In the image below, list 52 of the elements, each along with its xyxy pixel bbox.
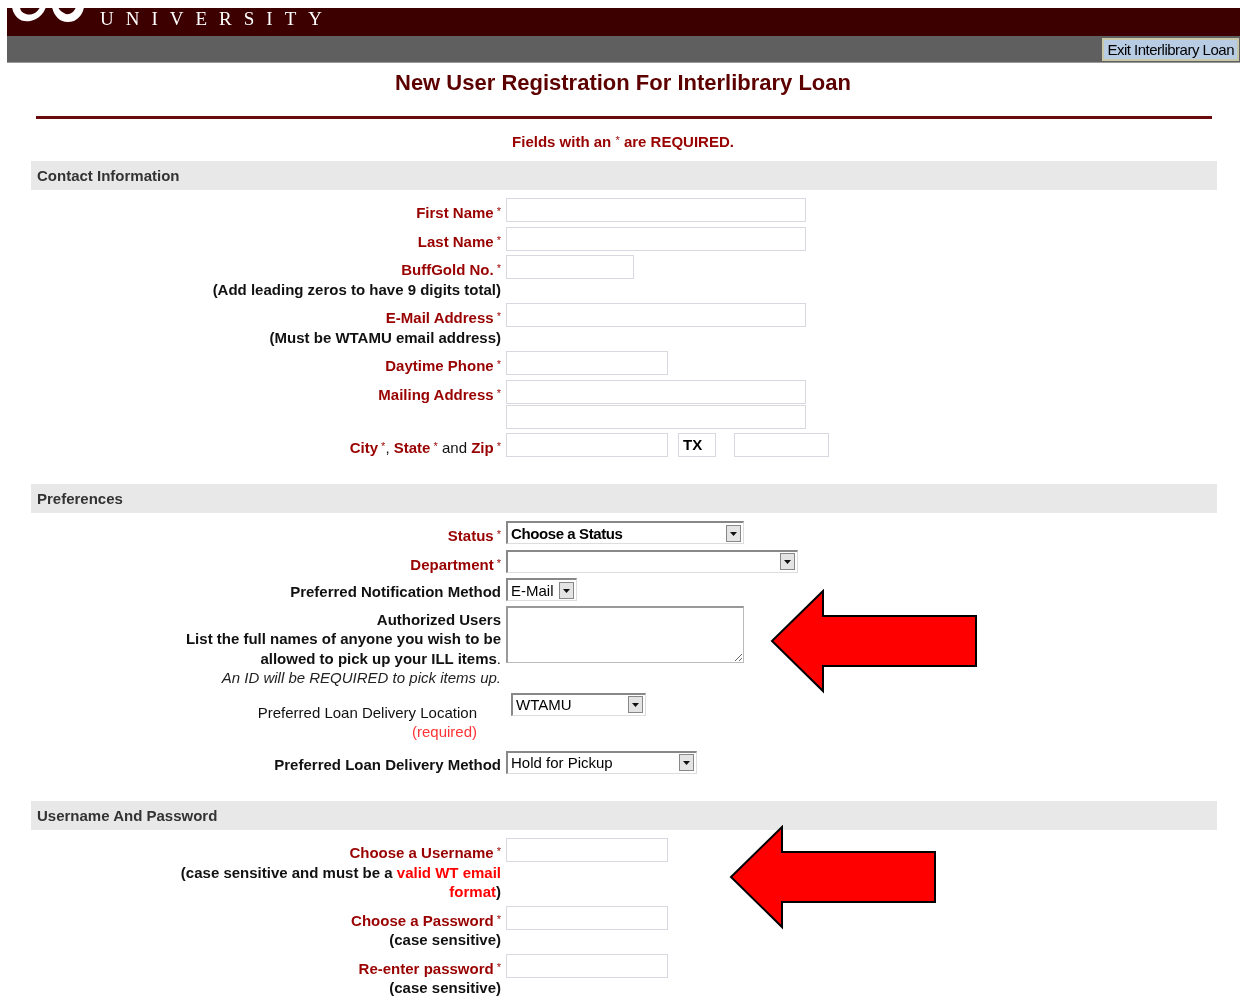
- field-hint: (Add leading zeros to have 9 digits total): [212, 279, 501, 299]
- field-label: Choose a Username $^{*}$: [349, 843, 501, 863]
- field-label: Last Name $^{*}$: [417, 231, 501, 251]
- dropdown[interactable]: Hold for Pickup: [506, 750, 697, 774]
- field-label: Mailing Address $^{*}$: [378, 384, 501, 404]
- section-header: Username And Password: [31, 801, 1217, 830]
- field-hint: (Must be WTAMU email address): [269, 327, 501, 347]
- text-field[interactable]: TX: [678, 432, 716, 457]
- field-label: Preferred Loan Delivery Method: [274, 754, 501, 774]
- text-field[interactable]: [506, 303, 806, 327]
- text-field[interactable]: [506, 351, 668, 375]
- field-label: E-Mail Address $^{*}$: [385, 308, 501, 328]
- text-area[interactable]: [506, 605, 744, 663]
- field-label: BuffGold No. $^{*}$: [401, 260, 501, 280]
- field-hint: (case sensitive): [389, 930, 501, 950]
- exit-button[interactable]: Exit Interlibrary Loan: [1102, 37, 1239, 61]
- field-hint: format): [449, 882, 501, 902]
- field-hint: allowed to pick up your ILL items.: [260, 648, 501, 668]
- field-label: Status $^{*}$: [447, 526, 501, 546]
- dropdown[interactable]: E-Mail: [506, 578, 577, 601]
- dropdown[interactable]: WTAMU: [511, 692, 646, 716]
- field-label: Daytime Phone $^{*}$: [385, 356, 501, 376]
- required-note: Fields with an $^{*}$ are REQUIRED.: [511, 132, 735, 152]
- field-label: Preferred Notification Method: [290, 582, 501, 602]
- field-label: Re-enter password $^{*}$: [358, 958, 501, 978]
- section-header: Preferences: [31, 484, 1217, 513]
- field-hint: (required): [411, 722, 477, 742]
- text-field[interactable]: [506, 432, 668, 457]
- text-field[interactable]: [506, 379, 806, 404]
- university-wordmark: UNIVERSITY: [100, 8, 334, 30]
- text-field[interactable]: [506, 953, 668, 978]
- field-label: First Name $^{*}$: [416, 203, 501, 223]
- page-title: New User Registration For Interlibrary Loan: [394, 69, 852, 97]
- text-field[interactable]: [506, 838, 668, 862]
- text-field[interactable]: [734, 432, 829, 457]
- field-label: City $^{*}$, State $^{*}$ and Zip $^{*}$: [349, 437, 501, 457]
- field-hint: An ID will be REQUIRED to pick items up.: [221, 668, 501, 688]
- text-field[interactable]: [506, 404, 806, 429]
- field-hint: (case sensitive): [389, 978, 501, 998]
- text-field[interactable]: [506, 198, 806, 222]
- dropdown[interactable]: [506, 549, 798, 573]
- text-field[interactable]: [506, 226, 806, 251]
- field-label: Preferred Loan Delivery Location: [257, 702, 477, 722]
- field-hint: (case sensitive and must be a valid WT email: [180, 862, 501, 882]
- dropdown[interactable]: Choose a Status: [506, 521, 744, 544]
- field-hint: List the full names of anyone you wish to be: [185, 629, 501, 649]
- field-label: Department $^{*}$: [410, 554, 501, 574]
- field-label: Authorized Users: [376, 609, 501, 629]
- text-field[interactable]: [506, 255, 634, 279]
- text-field[interactable]: [506, 905, 668, 930]
- field-label: Choose a Password $^{*}$: [351, 910, 501, 930]
- section-header: Contact Information: [31, 161, 1217, 190]
